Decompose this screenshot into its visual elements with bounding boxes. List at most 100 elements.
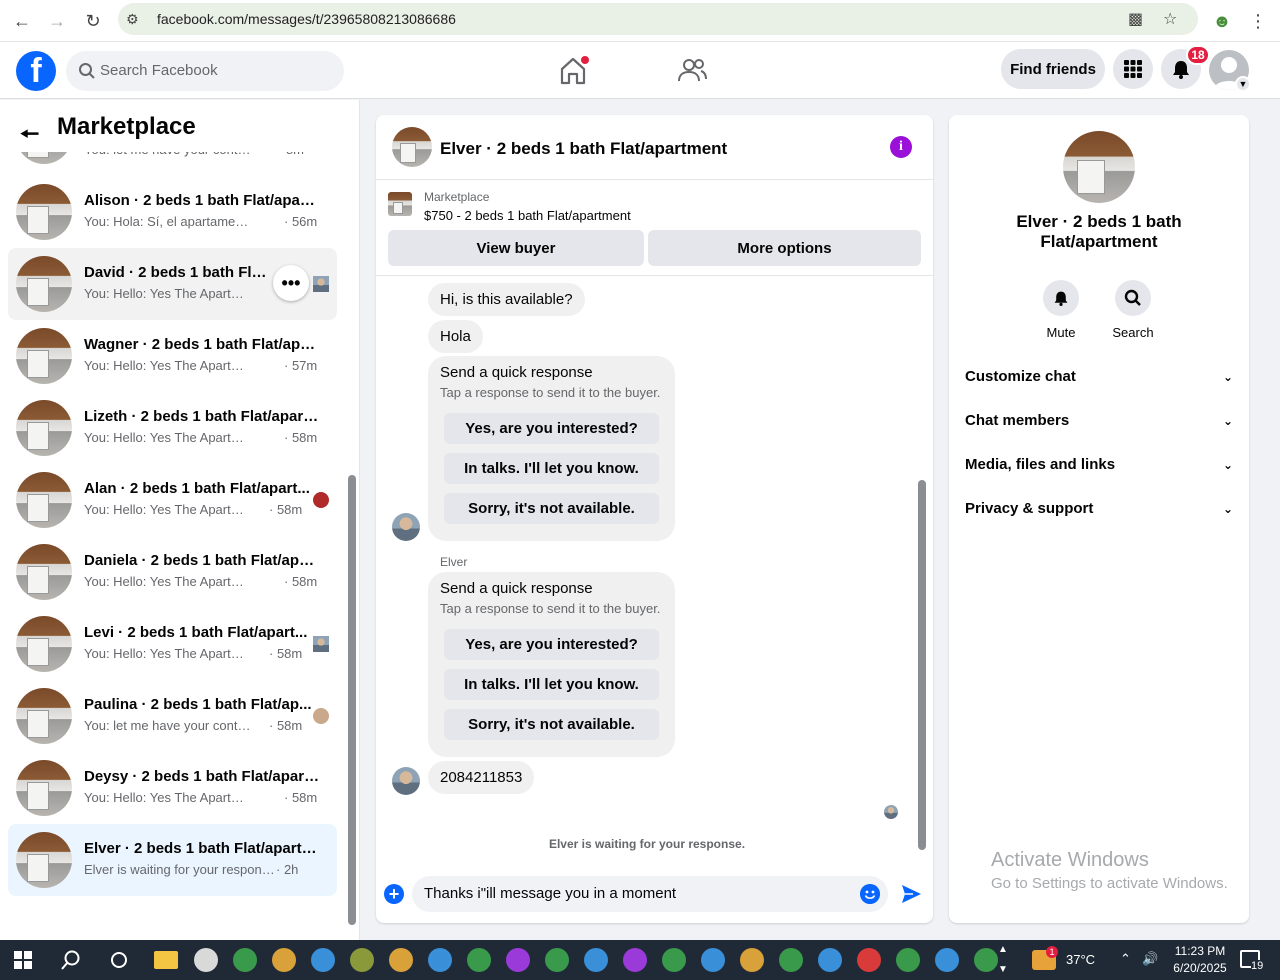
chrome-icon[interactable] (584, 948, 608, 972)
profile-icon[interactable]: ☻ (1209, 8, 1235, 34)
plus-icon[interactable]: + (384, 884, 404, 904)
scrollbar-thumb[interactable] (918, 480, 926, 850)
conversation-item-levi[interactable]: Levi · 2 beds 1 bath Flat/apart... You: … (8, 608, 337, 680)
chrome-icon[interactable] (662, 948, 686, 972)
conversation-item-david[interactable]: David · 2 beds 1 bath Flat/ap You: Hello… (8, 248, 337, 320)
scrollbar-thumb[interactable] (348, 475, 356, 925)
chrome-icon[interactable] (545, 948, 569, 972)
back-arrow-icon[interactable]: 🠔 (20, 117, 39, 155)
chrome-icon[interactable] (350, 948, 374, 972)
chrome-icon[interactable] (974, 948, 998, 972)
chrome-icon[interactable] (467, 948, 491, 972)
chat-scrollbar[interactable] (916, 280, 928, 860)
forward-arrow-icon[interactable]: → (44, 8, 70, 34)
mute-action[interactable]: Mute (1031, 280, 1091, 340)
chrome-icon[interactable] (779, 948, 803, 972)
reload-icon[interactable]: ↻ (80, 8, 106, 34)
paint-app-icon[interactable] (194, 948, 218, 972)
file-explorer-icon[interactable] (154, 951, 178, 969)
conversation-item-alan[interactable]: Alan · 2 beds 1 bath Flat/apart... You: … (8, 464, 337, 536)
more-options-button[interactable]: More options (648, 230, 921, 266)
find-friends-button[interactable]: Find friends (1001, 49, 1105, 89)
message-bubble: Hi, is this available? (428, 283, 585, 316)
windows-start-icon[interactable] (14, 951, 32, 969)
friends-icon[interactable] (675, 54, 709, 88)
install-app-icon[interactable]: ▩ (1128, 9, 1143, 29)
bookmark-star-icon[interactable]: ☆ (1163, 9, 1177, 29)
emoji-icon[interactable] (860, 884, 880, 904)
more-options-icon[interactable]: ••• (273, 265, 309, 301)
weather-badge: 1 (1046, 946, 1058, 958)
customize-chat-section[interactable]: Customize chat ⌄ (965, 368, 1233, 392)
address-bar[interactable]: ⚙ facebook.com/messages/t/23965808213086… (118, 3, 1198, 35)
sender-avatar[interactable] (392, 767, 420, 795)
search-box[interactable]: Search Facebook (66, 51, 344, 91)
listing-thumbnail (16, 616, 72, 672)
cortana-icon[interactable] (110, 951, 128, 969)
url-text[interactable]: facebook.com/messages/t/2396580821308668… (157, 11, 456, 27)
quick-response-option[interactable]: Sorry, it's not available. (444, 493, 659, 524)
chrome-icon[interactable] (272, 948, 296, 972)
back-arrow-icon[interactable]: ← (9, 8, 35, 34)
message-bubble: Hola (428, 320, 483, 353)
chat-title[interactable]: Elver · 2 beds 1 bath Flat/apartment (440, 139, 727, 159)
chrome-icon[interactable] (311, 948, 335, 972)
conversation-item-deysy[interactable]: Deysy · 2 beds 1 bath Flat/apart... You:… (8, 752, 337, 824)
message-input-text[interactable]: Thanks i"ill message you in a moment (424, 885, 676, 902)
conversation-snippet: You: let me have your contact ... (84, 718, 254, 733)
site-info-icon[interactable]: ⚙ (126, 11, 139, 28)
facebook-logo[interactable]: f (16, 51, 56, 91)
conversation-item-wagner[interactable]: Wagner · 2 beds 1 bath Flat/apar... You:… (8, 320, 337, 392)
chrome-icon[interactable] (506, 948, 530, 972)
temperature[interactable]: 37°C (1066, 952, 1095, 967)
menu-button[interactable] (1113, 49, 1153, 89)
quick-response-option[interactable]: Yes, are you interested? (444, 413, 659, 444)
conversation-item-lizeth[interactable]: Lizeth · 2 beds 1 bath Flat/apart... You… (8, 392, 337, 464)
conversation-item-elver[interactable]: Elver · 2 beds 1 bath Flat/apartm... Elv… (8, 824, 337, 896)
sidebar-scrollbar[interactable] (347, 155, 357, 935)
volume-icon[interactable]: 🔊 (1142, 951, 1158, 967)
send-icon[interactable] (900, 883, 922, 905)
message-input[interactable]: Thanks i"ill message you in a moment (412, 876, 888, 912)
listing-thumbnail[interactable] (1063, 131, 1135, 203)
seen-avatar (313, 276, 329, 292)
search-action[interactable]: Search (1103, 280, 1163, 340)
browser-menu-icon[interactable]: ⋮ (1245, 8, 1271, 34)
chrome-icon[interactable] (389, 948, 413, 972)
chrome-icon[interactable] (428, 948, 452, 972)
view-buyer-button[interactable]: View buyer (388, 230, 644, 266)
chevron-down-icon[interactable]: ▼ (1235, 76, 1251, 92)
mute-label: Mute (1046, 325, 1076, 340)
search-input[interactable]: Search Facebook (100, 62, 218, 79)
quick-response-option[interactable]: In talks. I'll let you know. (444, 669, 659, 700)
quick-response-option[interactable]: Sorry, it's not available. (444, 709, 659, 740)
media-files-links-section[interactable]: Media, files and links ⌄ (965, 456, 1233, 480)
chrome-icon[interactable] (818, 948, 842, 972)
conversation-name: Elver · 2 beds 1 bath Flat/apartm... (84, 840, 320, 857)
chrome-icon[interactable] (935, 948, 959, 972)
conversation-name: David · 2 beds 1 bath Flat/ap (84, 264, 274, 281)
privacy-support-section[interactable]: Privacy & support ⌄ (965, 500, 1233, 524)
search-icon[interactable] (60, 949, 82, 971)
conversation-item-alison[interactable]: Alison · 2 beds 1 bath Flat/apart... You… (8, 176, 337, 248)
conversation-name: Paulina · 2 beds 1 bath Flat/ap... (84, 696, 312, 713)
conversation-item-daniela[interactable]: Daniela · 2 beds 1 bath Flat/apar... You… (8, 536, 337, 608)
sender-avatar[interactable] (392, 513, 420, 541)
chrome-icon[interactable] (623, 948, 647, 972)
tray-chevron-up-icon[interactable]: ⌃ (1120, 951, 1131, 967)
chrome-icon[interactable] (701, 948, 725, 972)
info-icon[interactable]: i (890, 136, 912, 158)
chrome-icon[interactable] (857, 948, 881, 972)
taskbar-clock[interactable]: 11:23 PM 6/20/2025 (1165, 943, 1235, 977)
chrome-icon[interactable] (233, 948, 257, 972)
chat-members-section[interactable]: Chat members ⌄ (965, 412, 1233, 436)
quick-response-option[interactable]: Yes, are you interested? (444, 629, 659, 660)
listing-thumbnail (16, 328, 72, 384)
chrome-icon[interactable] (896, 948, 920, 972)
taskbar-overflow-icon[interactable]: ▲ ▼ (996, 940, 1010, 980)
quick-response-option[interactable]: In talks. I'll let you know. (444, 453, 659, 484)
chrome-icon[interactable] (740, 948, 764, 972)
notification-badge: 18 (1186, 45, 1210, 65)
conversation-item-paulina[interactable]: Paulina · 2 beds 1 bath Flat/ap... You: … (8, 680, 337, 752)
chat-thumbnail[interactable] (392, 127, 432, 167)
